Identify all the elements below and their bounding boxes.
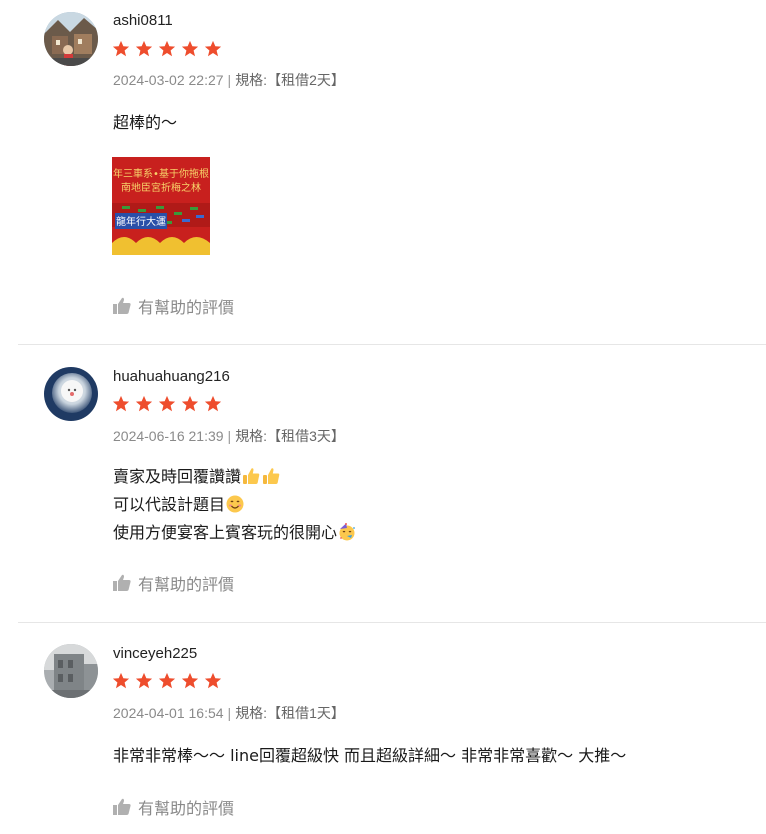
spec-label: 規格: bbox=[235, 428, 268, 444]
review-content: 超棒的～ bbox=[113, 109, 177, 137]
thumbs-up-icon bbox=[243, 468, 260, 484]
username: vinceyeh225 bbox=[113, 645, 198, 662]
review-text: 賣家及時回覆讚讚 bbox=[113, 467, 242, 486]
star-icon bbox=[135, 672, 153, 689]
helpful-label: 有幫助的評價 bbox=[138, 575, 235, 594]
review-item: vinceyeh225 2024-04-01 16:54 | 規格:【租借1天】 非… bbox=[0, 623, 766, 834]
helpful-button[interactable]: 有幫助的評價 bbox=[112, 795, 234, 819]
photo-text-line2: 南地臣宮折梅之林 bbox=[121, 181, 201, 194]
helpful-button[interactable]: 有幫助的評價 bbox=[112, 571, 234, 595]
thumbs-up-icon bbox=[113, 297, 131, 314]
thumbs-up-icon bbox=[113, 798, 131, 815]
review-text-line: 使用方便宴客上賓客玩的很開心 bbox=[113, 519, 357, 547]
spec-label: 規格: bbox=[235, 72, 268, 88]
review-item: huahuahuang216 2024-06-16 21:39 | 規格:【租借3天… bbox=[0, 345, 766, 622]
review-content: 非常非常棒～～ line回覆超級快 而且超級詳細～ 非常非常喜歡～ 大推～ bbox=[113, 742, 626, 770]
review-text-line: 非常非常棒～～ line回覆超級快 而且超級詳細～ 非常非常喜歡～ 大推～ bbox=[113, 746, 627, 765]
review-date: 2024-03-02 22:27 bbox=[113, 72, 224, 88]
star-icon bbox=[181, 395, 199, 412]
review-text: 使用方便宴客上賓客玩的很開心 bbox=[113, 523, 338, 542]
star-icon bbox=[112, 40, 130, 57]
star-rating bbox=[112, 395, 222, 415]
star-icon bbox=[112, 395, 130, 412]
smiling-face-icon bbox=[226, 495, 244, 513]
review-text-line: 賣家及時回覆讚讚 bbox=[113, 463, 357, 491]
star-icon bbox=[158, 395, 176, 412]
spec-label: 規格: bbox=[235, 705, 268, 721]
review-content: 賣家及時回覆讚讚 可以代設計題目 使用方便宴客上賓客玩的很開心 bbox=[113, 463, 357, 547]
review-text-line: 可以代設計題目 bbox=[113, 491, 357, 519]
star-icon bbox=[181, 672, 199, 689]
spec-value: 【租借1天】 bbox=[267, 705, 345, 721]
spec-value: 【租借3天】 bbox=[267, 428, 345, 444]
photo-badge: 龍年行大運 bbox=[116, 215, 166, 228]
star-icon bbox=[158, 672, 176, 689]
thumbs-up-icon bbox=[113, 574, 131, 591]
username: huahuahuang216 bbox=[113, 368, 230, 385]
thumbs-up-icon bbox=[263, 468, 280, 484]
star-rating bbox=[112, 672, 222, 692]
star-icon bbox=[158, 40, 176, 57]
star-icon bbox=[135, 40, 153, 57]
review-meta: 2024-04-01 16:54 | 規格:【租借1天】 bbox=[113, 705, 345, 721]
review-meta: 2024-03-02 22:27 | 規格:【租借2天】 bbox=[113, 72, 345, 88]
star-icon bbox=[204, 40, 222, 57]
star-rating bbox=[112, 40, 222, 60]
helpful-button[interactable]: 有幫助的評價 bbox=[112, 294, 234, 318]
party-face-icon bbox=[339, 523, 355, 541]
star-icon bbox=[135, 395, 153, 412]
username: ashi0811 bbox=[113, 12, 173, 29]
review-photo[interactable]: 年三車系•基于你拖根 南地臣宮折梅之林 龍年行大運 bbox=[112, 157, 210, 255]
star-icon bbox=[112, 672, 130, 689]
star-icon bbox=[204, 672, 222, 689]
star-icon bbox=[181, 40, 199, 57]
photo-text-line1: 年三車系•基于你拖根 bbox=[113, 167, 209, 180]
review-text-line: 超棒的～ bbox=[113, 113, 178, 132]
review-text: 可以代設計題目 bbox=[113, 495, 226, 514]
review-date: 2024-06-16 21:39 bbox=[113, 428, 224, 444]
spec-value: 【租借2天】 bbox=[267, 72, 345, 88]
star-icon bbox=[204, 395, 222, 412]
helpful-label: 有幫助的評價 bbox=[138, 298, 235, 317]
review-date: 2024-04-01 16:54 bbox=[113, 705, 224, 721]
avatar[interactable] bbox=[44, 644, 98, 698]
avatar[interactable] bbox=[44, 367, 98, 421]
avatar[interactable] bbox=[44, 12, 98, 66]
helpful-label: 有幫助的評價 bbox=[138, 799, 235, 818]
review-item: ashi0811 2024-03-02 22:27 | 規格:【租借2天】 超棒的～ bbox=[0, 0, 766, 344]
review-meta: 2024-06-16 21:39 | 規格:【租借3天】 bbox=[113, 428, 345, 444]
